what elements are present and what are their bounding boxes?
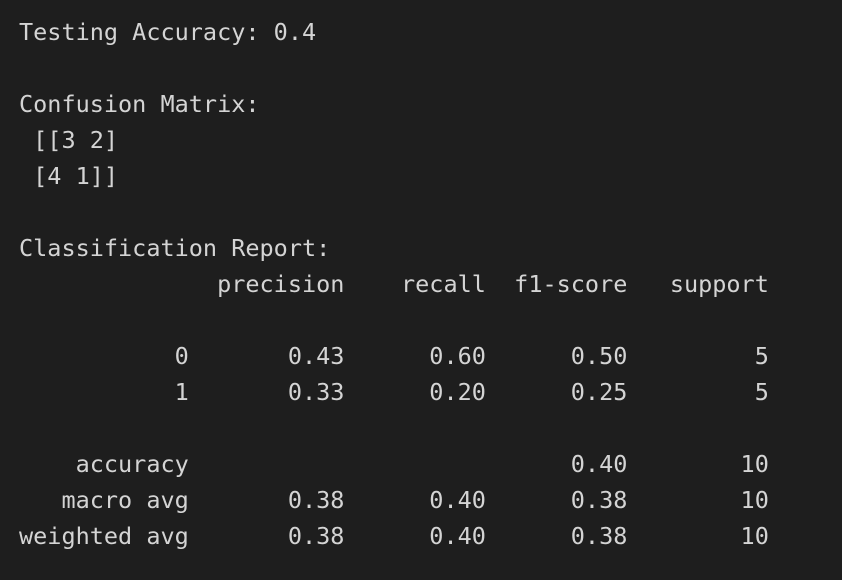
report-row: 1 0.33 0.20 0.25 5 [19, 378, 769, 406]
confusion-matrix-row: [[3 2] [19, 126, 119, 154]
report-summary-row: macro avg 0.38 0.40 0.38 10 [19, 486, 769, 514]
confusion-matrix-row: [4 1]] [19, 162, 119, 190]
report-header: precision recall f1-score support [19, 270, 769, 298]
terminal-output: Testing Accuracy: 0.4 Confusion Matrix: … [0, 0, 842, 580]
report-row: 0 0.43 0.60 0.50 5 [19, 342, 769, 370]
report-summary-row: accuracy 0.40 10 [19, 450, 769, 478]
report-summary-row: weighted avg 0.38 0.40 0.38 10 [19, 522, 769, 550]
classification-report-label: Classification Report: [19, 234, 331, 262]
testing-accuracy-line: Testing Accuracy: 0.4 [19, 18, 317, 46]
confusion-matrix-label: Confusion Matrix: [19, 90, 260, 118]
